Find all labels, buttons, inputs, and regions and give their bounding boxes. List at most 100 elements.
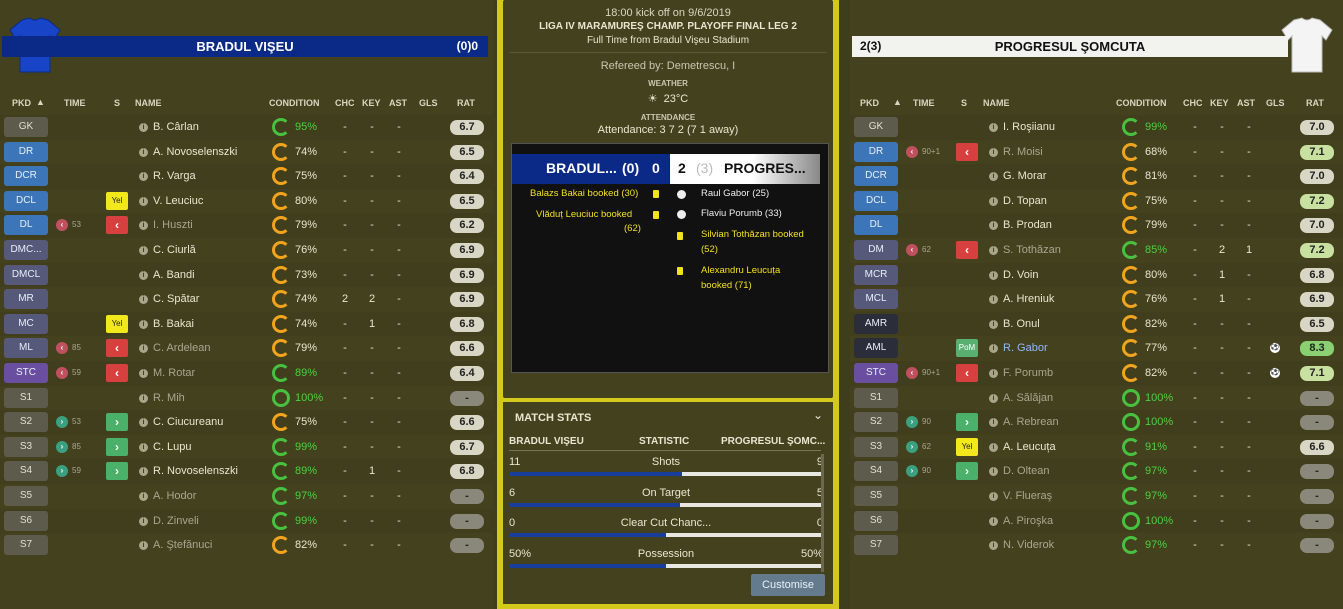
position-badge[interactable]: AMR bbox=[854, 313, 898, 334]
table-row[interactable]: S1 i A. Sălăjan 100% - - - - bbox=[850, 386, 1343, 411]
table-row[interactable]: AML PoM i R. Gabor 77% - - - ⚽ 8.3 bbox=[850, 336, 1343, 361]
position-badge[interactable]: S5 bbox=[4, 486, 48, 506]
header-time[interactable]: TIME bbox=[64, 98, 86, 108]
info-icon[interactable]: i bbox=[989, 344, 998, 354]
player-name[interactable]: A. Sălăjan bbox=[1003, 392, 1053, 404]
away-team-bar[interactable]: 2(3) PROGRESUL ŞOMCUTA bbox=[852, 36, 1288, 57]
table-row[interactable]: DCL Yel i V. Leuciuc 80% - - - 6.5 bbox=[0, 189, 493, 214]
info-icon[interactable]: i bbox=[139, 418, 148, 428]
info-icon[interactable]: i bbox=[989, 541, 998, 551]
player-name[interactable]: R. Novoselenszki bbox=[153, 465, 238, 477]
header-rat[interactable]: RAT bbox=[1306, 98, 1324, 108]
info-icon[interactable]: i bbox=[989, 369, 998, 378]
info-icon[interactable]: i bbox=[989, 270, 998, 280]
table-row[interactable]: DCR i G. Morar 81% - - - 7.0 bbox=[850, 164, 1343, 189]
info-icon[interactable]: i bbox=[139, 295, 148, 305]
header-ast[interactable]: AST bbox=[389, 98, 407, 108]
info-icon[interactable]: i bbox=[139, 492, 148, 501]
player-name[interactable]: I. Roşiianu bbox=[1003, 121, 1055, 133]
header-name[interactable]: NAME bbox=[135, 98, 162, 108]
position-badge[interactable]: S6 bbox=[4, 510, 48, 531]
table-row[interactable]: DR ‹ 90+1 ‹ i R. Moisi 68% - - - 7.1 bbox=[850, 140, 1343, 165]
table-row[interactable]: S5 i V. Flueraş 97% - - - - bbox=[850, 484, 1343, 509]
table-row[interactable]: DL i B. Prodan 79% - - - 7.0 bbox=[850, 213, 1343, 238]
info-icon[interactable]: i bbox=[139, 319, 148, 329]
event-home-2[interactable]: Vlăduț Leuciuc booked bbox=[536, 207, 632, 222]
player-name[interactable]: C. Lupu bbox=[153, 441, 192, 453]
info-icon[interactable]: i bbox=[989, 418, 998, 428]
info-icon[interactable]: i bbox=[989, 516, 998, 526]
player-name[interactable]: A. Hodor bbox=[153, 490, 196, 502]
player-name[interactable]: A. Bandi bbox=[153, 269, 195, 281]
table-row[interactable]: DMC... i C. Ciurlă 76% - - - 6.9 bbox=[0, 238, 493, 263]
position-badge[interactable]: DL bbox=[4, 215, 48, 236]
player-name[interactable]: A. Hreniuk bbox=[1003, 293, 1054, 305]
info-icon[interactable]: i bbox=[989, 295, 998, 305]
chevron-down-icon[interactable]: ⌄ bbox=[813, 408, 823, 422]
player-name[interactable]: D. Voin bbox=[1003, 269, 1038, 281]
player-name[interactable]: N. Viderok bbox=[1003, 539, 1054, 551]
info-icon[interactable]: i bbox=[139, 516, 148, 526]
header-key[interactable]: KEY bbox=[1210, 98, 1229, 108]
info-icon[interactable]: i bbox=[989, 467, 998, 477]
info-icon[interactable]: i bbox=[139, 246, 148, 255]
header-gls[interactable]: GLS bbox=[1266, 98, 1285, 108]
info-icon[interactable]: i bbox=[989, 246, 998, 255]
table-row[interactable]: S5 i A. Hodor 97% - - - - bbox=[0, 484, 493, 509]
info-icon[interactable]: i bbox=[989, 319, 998, 329]
table-row[interactable]: AMR i B. Onul 82% - - - 6.5 bbox=[850, 311, 1343, 337]
header-key[interactable]: KEY bbox=[362, 98, 381, 108]
position-badge[interactable]: DM bbox=[854, 240, 898, 260]
player-name[interactable]: A. Ştefănuci bbox=[153, 539, 212, 551]
player-name[interactable]: A. Rebrean bbox=[1003, 416, 1059, 428]
player-name[interactable]: I. Huszti bbox=[153, 219, 193, 231]
position-badge[interactable]: S2 bbox=[4, 412, 48, 433]
position-badge[interactable]: ML bbox=[4, 338, 48, 359]
info-icon[interactable]: i bbox=[139, 344, 148, 354]
info-icon[interactable]: i bbox=[989, 442, 998, 452]
table-row[interactable]: S2 › 53 › i C. Ciucureanu 75% - - - 6.6 bbox=[0, 410, 493, 435]
position-badge[interactable]: DCL bbox=[854, 190, 898, 211]
position-badge[interactable]: S4 bbox=[854, 461, 898, 482]
player-name[interactable]: B. Cârlan bbox=[153, 121, 199, 133]
table-row[interactable]: MC Yel i B. Bakai 74% - 1 - 6.8 bbox=[0, 311, 493, 337]
position-badge[interactable]: DCL bbox=[4, 190, 48, 211]
info-icon[interactable]: i bbox=[139, 442, 148, 452]
position-badge[interactable]: DR bbox=[854, 141, 898, 162]
event-away-4[interactable]: Alexandru Leucuța bbox=[701, 263, 780, 278]
position-badge[interactable]: GK bbox=[854, 117, 898, 137]
table-row[interactable]: MR i C. Spătar 74% 2 2 - 6.9 bbox=[0, 287, 493, 312]
table-row[interactable]: GK i I. Roşiianu 99% - - - 7.0 bbox=[850, 115, 1343, 140]
position-badge[interactable]: S3 bbox=[4, 436, 48, 457]
position-badge[interactable]: S4 bbox=[4, 461, 48, 482]
table-row[interactable]: DR i A. Novoselenszki 74% - - - 6.5 bbox=[0, 140, 493, 165]
info-icon[interactable]: i bbox=[139, 467, 148, 477]
table-row[interactable]: DCR i R. Varga 75% - - - 6.4 bbox=[0, 164, 493, 189]
header-time[interactable]: TIME bbox=[913, 98, 935, 108]
player-name[interactable]: A. Piroşka bbox=[1003, 515, 1053, 527]
position-badge[interactable]: MCL bbox=[854, 289, 898, 310]
player-name[interactable]: B. Bakai bbox=[153, 318, 194, 330]
referee[interactable]: Refereed by: Demetrescu, I bbox=[503, 60, 833, 72]
info-icon[interactable]: i bbox=[989, 492, 998, 501]
header-gls[interactable]: GLS bbox=[419, 98, 438, 108]
info-icon[interactable]: i bbox=[139, 541, 148, 551]
info-icon[interactable]: i bbox=[139, 221, 148, 231]
header-condition[interactable]: CONDITION bbox=[1116, 98, 1167, 108]
info-icon[interactable]: i bbox=[139, 393, 148, 403]
header-rat[interactable]: RAT bbox=[457, 98, 475, 108]
table-row[interactable]: STC ‹ 90+1 ‹ i F. Porumb 82% - - - ⚽ 7.1 bbox=[850, 361, 1343, 386]
player-name[interactable]: G. Morar bbox=[1003, 170, 1046, 182]
position-badge[interactable]: DMC... bbox=[4, 240, 48, 260]
header-pkd[interactable]: PKD bbox=[860, 98, 879, 108]
table-row[interactable]: DCL i D. Topan 75% - - - 7.2 bbox=[850, 189, 1343, 214]
player-name[interactable]: A. Leucuța bbox=[1003, 441, 1056, 453]
info-icon[interactable]: i bbox=[989, 196, 998, 206]
competition-name[interactable]: LIGA IV MARAMUREŞ CHAMP. PLAYOFF FINAL L… bbox=[503, 21, 833, 32]
position-badge[interactable]: STC bbox=[4, 363, 48, 383]
player-name[interactable]: M. Rotar bbox=[153, 367, 195, 379]
position-badge[interactable]: STC bbox=[854, 363, 898, 383]
header-s[interactable]: S bbox=[961, 98, 967, 108]
position-badge[interactable]: DL bbox=[854, 215, 898, 236]
position-badge[interactable]: S1 bbox=[4, 387, 48, 408]
